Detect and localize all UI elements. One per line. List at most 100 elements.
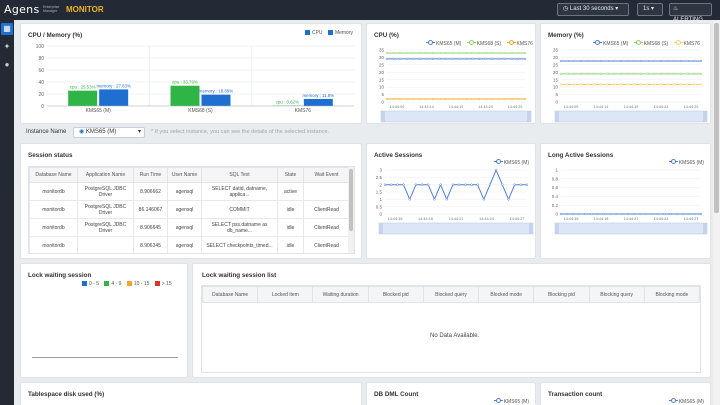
data-point <box>490 51 494 55</box>
logo-subtitle: Enterprise Manager <box>43 5 60 13</box>
legend-swatch <box>154 281 160 286</box>
column-header[interactable]: Blocked pid <box>367 286 424 303</box>
logo: Agens <box>4 3 40 16</box>
column-header[interactable]: Database Name <box>201 286 259 303</box>
data-point <box>383 183 387 186</box>
data-point <box>523 97 527 101</box>
page-scrollbar[interactable] <box>713 20 720 405</box>
data-point <box>699 212 703 216</box>
table-row[interactable]: monitordb PostgreSQL JDBC Driver 86.1460… <box>29 200 350 219</box>
y-tick-label: 80 <box>38 56 44 62</box>
data-point <box>425 97 428 101</box>
active-sessions-panel: Active Sessions KMS65 (M) 0 0.5 1 1.5 2 2.5 3 1… <box>366 143 536 259</box>
data-point <box>484 51 487 55</box>
dashboard-grid-icon[interactable]: ▦ <box>1 23 13 35</box>
data-point <box>451 97 454 101</box>
alert-bell-icon[interactable]: ● <box>1 59 13 71</box>
x-tick-label: KMS65 (M) <box>86 108 112 114</box>
active-sessions-chart: 0 0.5 1 1.5 2 2.5 3 14:44:15 14:44:18 14:44:21 14:… <box>376 168 534 235</box>
legend-line-icon <box>493 398 503 403</box>
data-point <box>613 59 616 63</box>
alerting-button[interactable]: ♨ ALERTING <box>669 3 712 23</box>
data-point <box>679 83 683 86</box>
column-header[interactable]: Blocked mode <box>478 286 535 303</box>
legend-line-icon <box>668 159 678 164</box>
data-point <box>693 72 696 76</box>
column-header[interactable]: Blocking query <box>588 286 645 303</box>
page-scroll-thumb[interactable] <box>714 23 719 213</box>
table-cell: idle <box>277 218 304 237</box>
data-point <box>626 83 629 86</box>
table-scrollbar[interactable] <box>348 167 354 253</box>
range-navigator <box>378 222 534 235</box>
column-header[interactable]: User Name <box>167 167 202 183</box>
column-header[interactable]: Run Time <box>133 167 168 183</box>
data-point <box>477 51 481 55</box>
column-header[interactable]: Application Name <box>77 167 134 183</box>
column-header[interactable]: Database Name <box>29 167 78 183</box>
y-tick-label: 3 <box>379 168 382 173</box>
data-point <box>513 183 516 186</box>
data-point <box>626 59 629 63</box>
x-tick-label: 14:44:29 <box>684 105 699 109</box>
table-row[interactable]: monitordb PostgreSQL JDBC Driver 8.90666… <box>29 182 350 201</box>
data-point <box>559 72 563 76</box>
data-point <box>699 59 703 63</box>
data-point <box>559 212 563 216</box>
data-point <box>606 83 609 86</box>
table-scroll-thumb[interactable] <box>349 169 353 231</box>
long-active-legend: KMS65 (M) <box>665 159 704 166</box>
data-point <box>517 51 520 55</box>
cpu-line-chart: 0 5 10 15 20 25 30 35 14:44:09 14:44:14 14:44:19 14… <box>379 48 532 123</box>
column-header[interactable]: Blocking mode <box>643 286 701 303</box>
data-point <box>559 83 563 86</box>
x-tick-label: 14:44:14 <box>419 105 434 109</box>
data-point <box>614 212 617 216</box>
table-cell: ClientRead <box>303 200 350 219</box>
data-point <box>445 198 448 201</box>
navigator-handle-left <box>555 111 559 122</box>
y-tick-label: 20 <box>553 70 559 75</box>
data-point <box>457 183 461 186</box>
long-active-sessions-panel: Long Active Sessions KMS65 (M) 0 0.2 0.4 0.… <box>540 143 711 259</box>
table-cell: ClientRead <box>303 218 350 237</box>
bar <box>170 85 200 106</box>
data-point <box>653 83 656 86</box>
cpu-legend-label: CPU <box>311 30 323 36</box>
data-point <box>673 83 676 86</box>
data-point <box>510 97 514 101</box>
data-point <box>693 59 696 63</box>
column-header[interactable]: SQL Text <box>201 167 278 183</box>
data-point <box>619 83 623 86</box>
column-header[interactable]: Blocking pid <box>533 286 590 303</box>
data-point <box>602 212 605 216</box>
range-navigator <box>554 222 708 235</box>
legend-label: KMS65 (M) <box>678 399 704 405</box>
bar-data-label: memory : 27.63% <box>96 83 131 88</box>
data-point <box>444 51 448 55</box>
column-header[interactable]: Wait Event <box>303 167 350 183</box>
y-tick-label: 15 <box>379 77 385 82</box>
column-header[interactable]: Blocked query <box>422 286 480 303</box>
data-point <box>686 83 689 86</box>
x-tick-label: KMS68 (S) <box>188 108 213 114</box>
legend-line-icon <box>506 40 516 45</box>
topology-icon[interactable]: ✦ <box>1 41 13 53</box>
y-tick-label: 0.4 <box>552 194 559 199</box>
column-header[interactable]: Waiting duration <box>312 286 369 303</box>
interval-dropdown[interactable]: 1s ▾ <box>637 3 663 16</box>
column-header[interactable]: Locked item <box>257 286 314 303</box>
time-range-dropdown[interactable]: ◷ Last 30 seconds ▾ <box>557 3 629 16</box>
table-row[interactable]: monitordb 8.906345 agensql SELECT checkp… <box>29 236 350 253</box>
data-point <box>638 212 642 216</box>
y-tick-label: 40 <box>38 80 44 86</box>
instance-select[interactable]: ◉ KMS65 (M) ▾ <box>73 127 145 138</box>
data-point <box>633 59 636 63</box>
y-tick-label: 35 <box>379 48 385 53</box>
data-point <box>659 83 663 86</box>
memory-legend-label: Memory <box>334 30 353 36</box>
data-point <box>565 212 569 216</box>
column-header[interactable]: State <box>277 167 304 183</box>
table-row[interactable]: monitordb PostgreSQL JDBC Driver 8.90664… <box>29 218 350 237</box>
table-cell: 8.906345 <box>133 236 168 253</box>
